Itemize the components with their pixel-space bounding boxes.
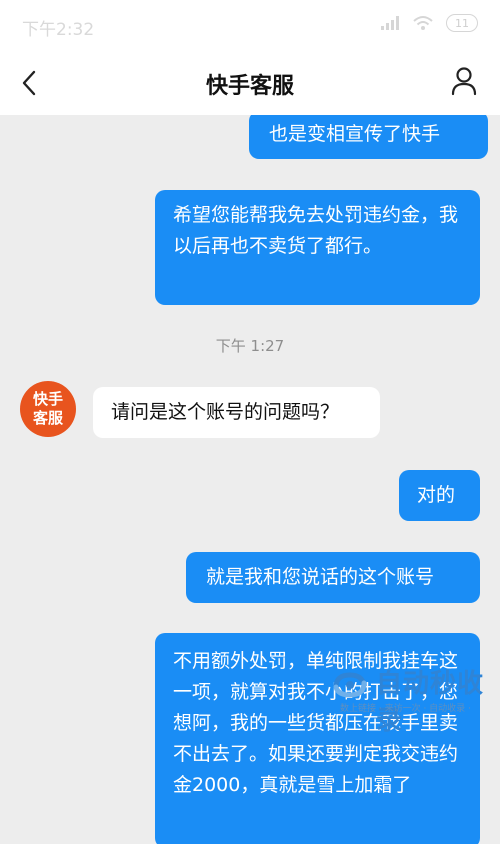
person-icon [451,67,477,96]
message-text: 请问是这个账号的问题吗？ [111,401,340,423]
agent-avatar[interactable]: 快手 客服 [20,381,76,437]
watermark: 自动秒收录 数上链接 · 来访一次 · 自动收录 · [322,657,487,736]
message-bubble-outgoing[interactable]: 就是我和您说话的这个账号 [186,552,480,603]
status-time: 下午2:32 [22,20,95,40]
message-bubble-outgoing[interactable]: 希望您能帮我免去处罚违约金，我以后再也不卖货了都行。 [155,190,480,305]
wifi-icon [413,16,433,30]
message-text: 对的 [417,484,456,506]
top-bar: 下午2:32 11 快手客服 [0,0,500,115]
status-icons: 11 [380,14,478,32]
page-title: 快手客服 [205,74,294,99]
watermark-subtitle: 数上链接 · 来访一次 · 自动收录 · [340,704,471,714]
battery-icon: 11 [446,14,478,32]
message-bubble-incoming[interactable]: 请问是这个账号的问题吗？ [93,387,380,438]
profile-button[interactable] [450,66,478,96]
watermark-logo-icon [333,672,367,698]
message-timestamp: 下午 1:27 [215,337,285,355]
avatar-line-1: 快手 [32,390,63,408]
watermark-title: 自动秒收录 [376,669,485,736]
message-text: 也是变相宣传了快手 [269,123,441,145]
message-text: 就是我和您说话的这个账号 [206,566,435,588]
status-bar: 下午2:32 11 [0,0,500,52]
battery-level: 11 [455,16,469,30]
message-bubble-outgoing[interactable]: 也是变相宣传了快手 [249,115,488,159]
message-bubble-outgoing[interactable]: 对的 [399,470,480,521]
signal-icon [381,16,399,30]
avatar-line-2: 客服 [32,409,63,427]
nav-bar: 快手客服 [0,52,500,115]
message-text: 希望您能帮我免去处罚违约金，我以后再也不卖货了都行。 [173,204,459,257]
